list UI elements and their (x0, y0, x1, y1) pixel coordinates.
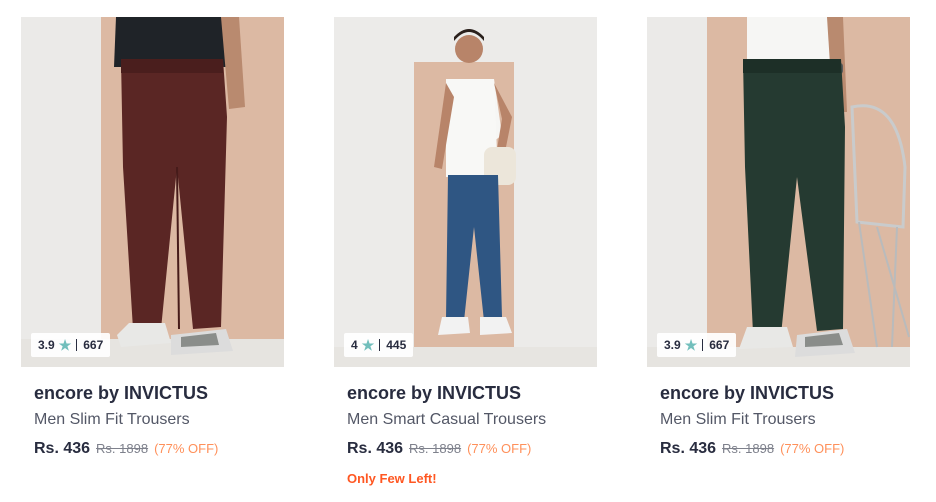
product-card[interactable]: 3.9 ★ 667 encore by INVICTUS Men Slim Fi… (21, 17, 284, 458)
original-price: Rs. 1898 (722, 441, 775, 456)
product-image[interactable]: 3.9 ★ 667 (647, 17, 910, 367)
product-image[interactable]: 4 ★ 445 (334, 17, 597, 367)
rating-divider (379, 339, 381, 351)
rating-value: 3.9 (664, 338, 681, 352)
original-price: Rs. 1898 (409, 441, 462, 456)
discount-percentage: (77% OFF) (154, 441, 219, 456)
rating-value: 4 (351, 338, 358, 352)
rating-badge: 4 ★ 445 (344, 333, 414, 357)
discounted-price: Rs. 436 (660, 440, 717, 457)
product-brand[interactable]: encore by INVICTUS (660, 382, 910, 404)
price-row: Rs. 436 Rs. 1898 (77% OFF) (660, 440, 910, 458)
product-name[interactable]: Men Smart Casual Trousers (347, 410, 597, 430)
star-icon: ★ (684, 337, 698, 353)
green-trousers-photo (647, 17, 910, 367)
product-card[interactable]: 4 ★ 445 encore by INVICTUS Men Smart Cas… (334, 17, 597, 486)
discount-percentage: (77% OFF) (780, 441, 845, 456)
original-price: Rs. 1898 (96, 441, 149, 456)
product-name[interactable]: Men Slim Fit Trousers (34, 410, 284, 430)
star-icon: ★ (58, 337, 72, 353)
star-icon: ★ (361, 337, 375, 353)
rating-badge: 3.9 ★ 667 (31, 333, 111, 357)
price-row: Rs. 436 Rs. 1898 (77% OFF) (347, 440, 597, 458)
discounted-price: Rs. 436 (34, 440, 91, 457)
stock-alert: Only Few Left! (347, 471, 437, 486)
rating-divider (702, 339, 704, 351)
product-image[interactable]: 3.9 ★ 667 (21, 17, 284, 367)
product-card[interactable]: 3.9 ★ 667 encore by INVICTUS Men Slim Fi… (647, 17, 910, 458)
rating-badge: 3.9 ★ 667 (657, 333, 737, 357)
rating-count: 667 (83, 338, 104, 352)
rating-count: 667 (709, 338, 730, 352)
maroon-trousers-photo (21, 17, 284, 367)
rating-value: 3.9 (38, 338, 55, 352)
rating-divider (76, 339, 78, 351)
discount-percentage: (77% OFF) (467, 441, 532, 456)
rating-count: 445 (386, 338, 407, 352)
product-brand[interactable]: encore by INVICTUS (34, 382, 284, 404)
product-name[interactable]: Men Slim Fit Trousers (660, 410, 910, 430)
price-row: Rs. 436 Rs. 1898 (77% OFF) (34, 440, 284, 458)
blue-trousers-photo (334, 17, 597, 367)
product-brand[interactable]: encore by INVICTUS (347, 382, 597, 404)
discounted-price: Rs. 436 (347, 440, 404, 457)
